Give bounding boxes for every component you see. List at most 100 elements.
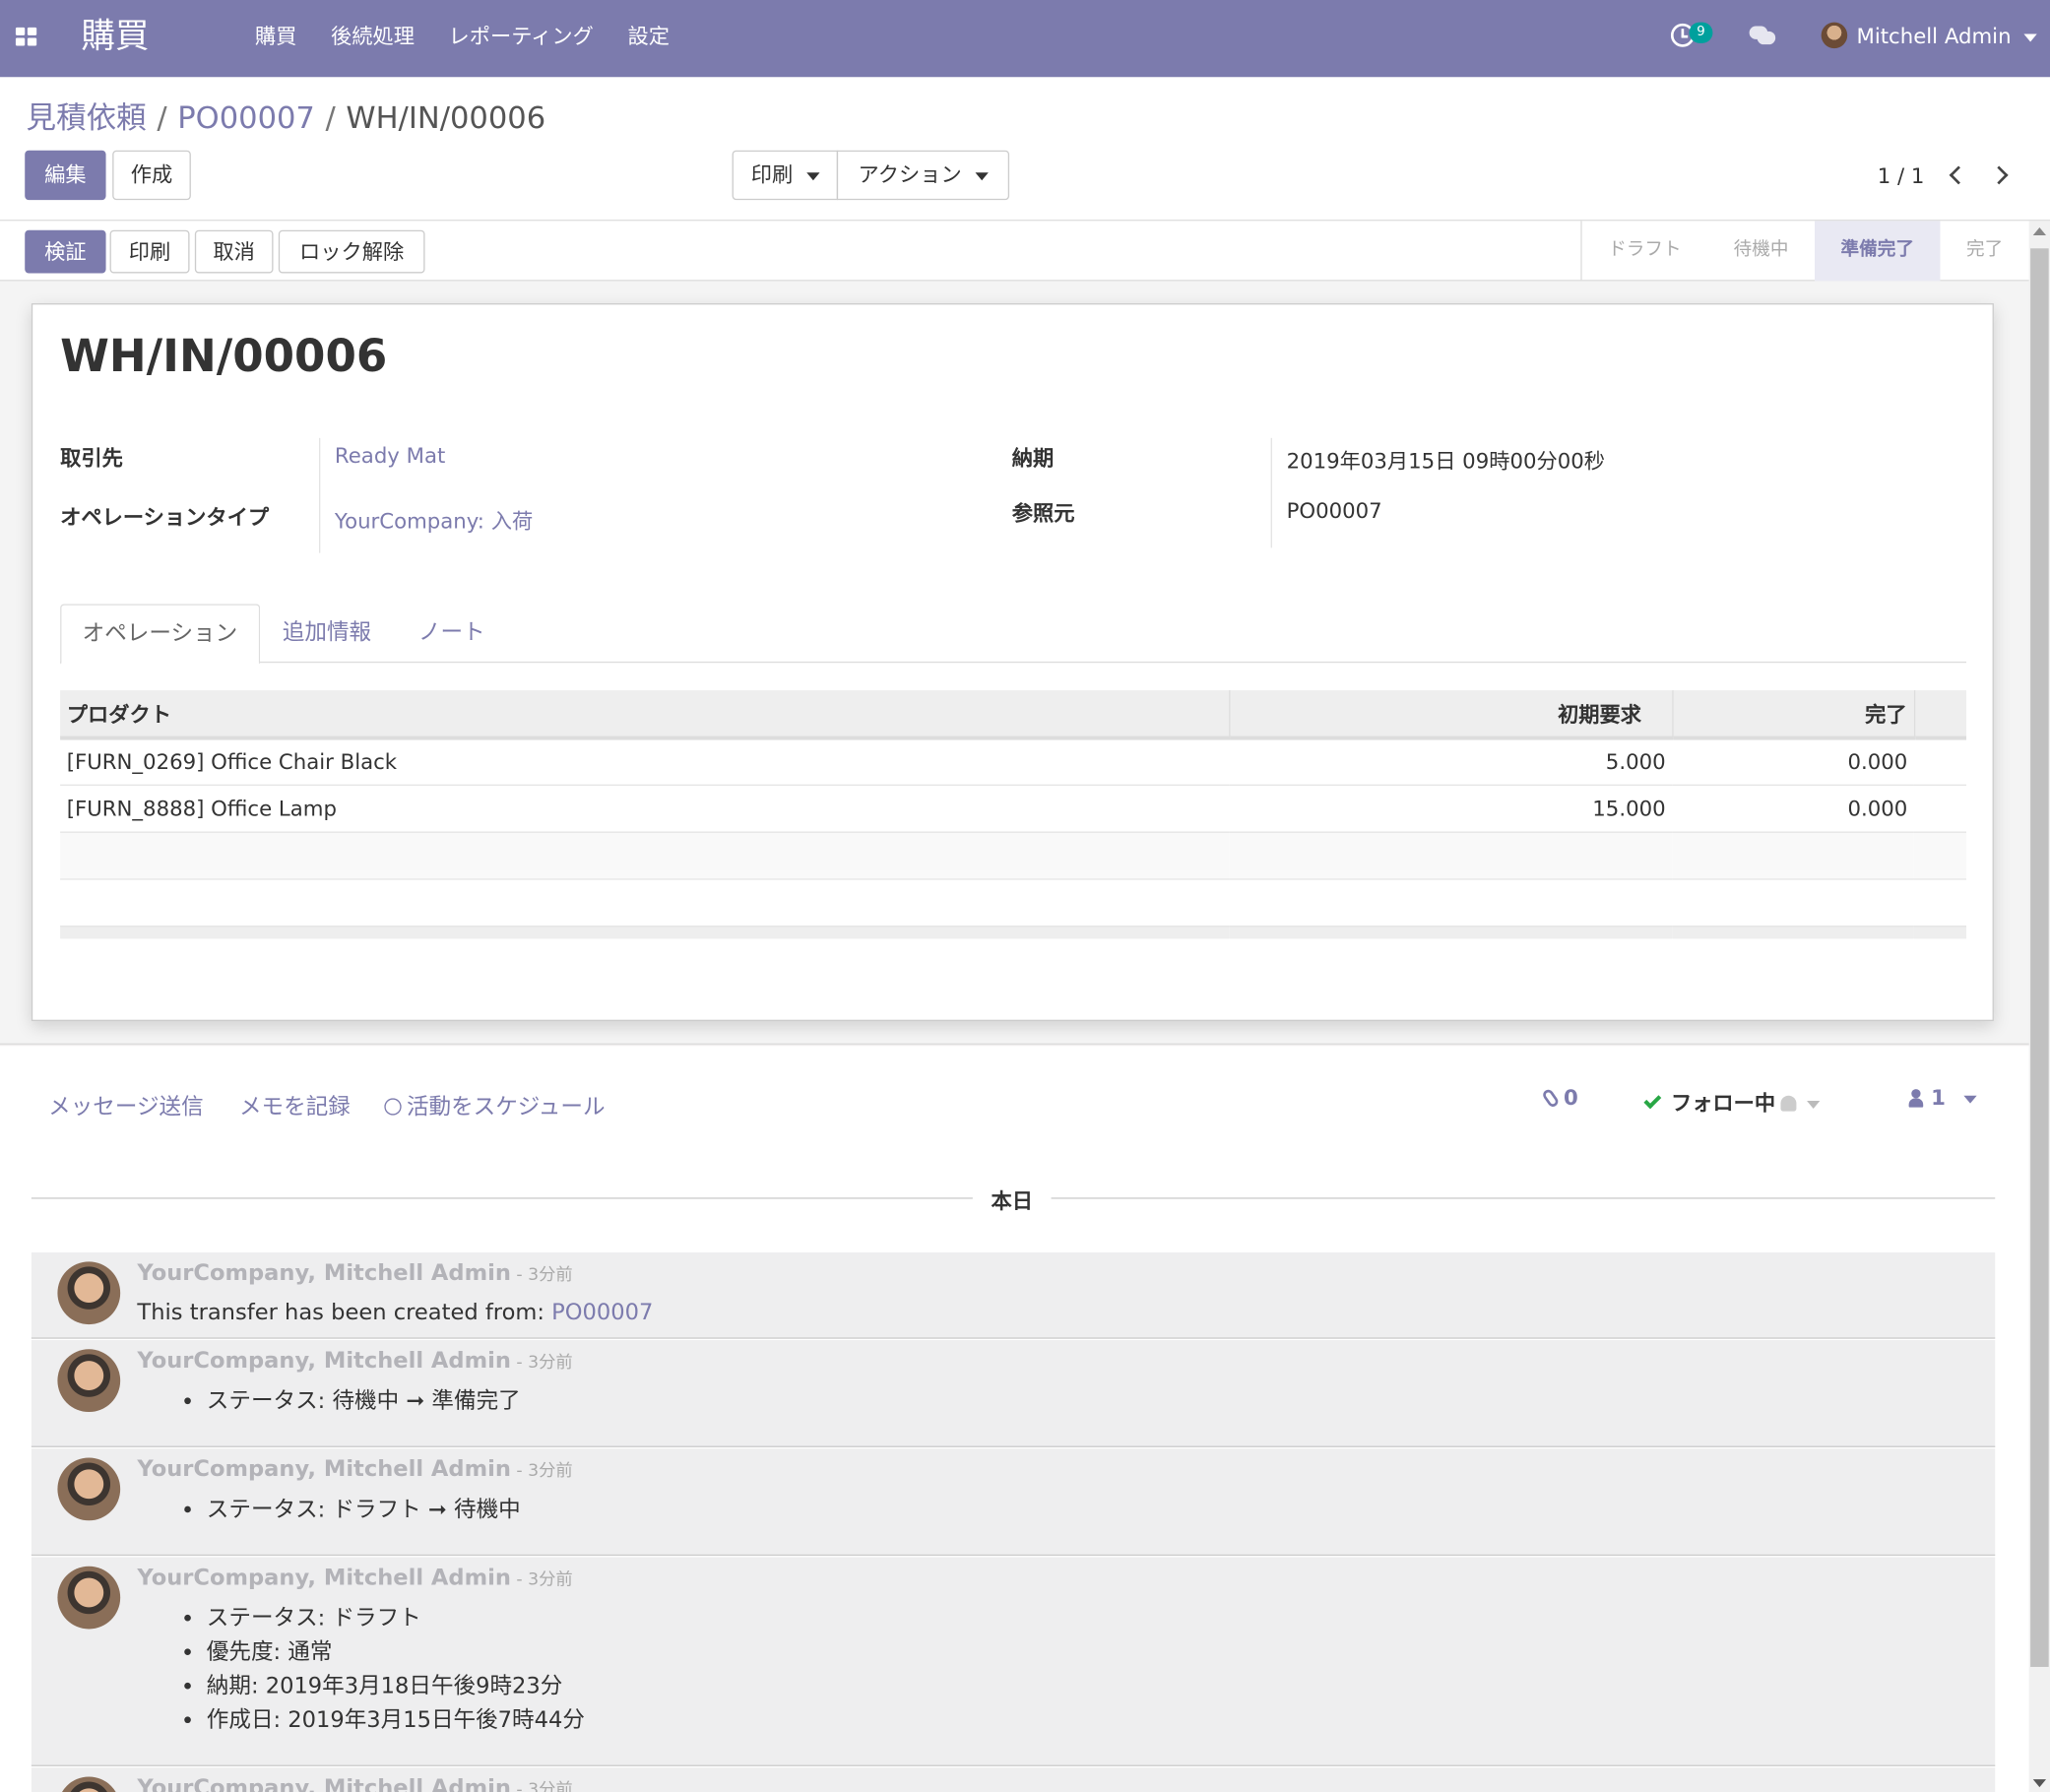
tab-notes[interactable]: ノート xyxy=(398,604,506,663)
edit-button[interactable]: 編集 xyxy=(25,150,106,201)
message-header: YourCompany, Mitchell Admin - 3分前 xyxy=(137,1565,572,1591)
message-author[interactable]: YourCompany, Mitchell Admin xyxy=(137,1260,510,1287)
cell-done: 0.000 xyxy=(1672,784,1914,833)
print-dropdown-label: 印刷 xyxy=(750,161,794,187)
tracking-value: 作成日: 2019年3月15日午後7時44分 xyxy=(207,1703,585,1738)
cell-demand: 5.000 xyxy=(1229,736,1673,786)
tracking-value: ステータス: ドラフト ➞ 待機中 xyxy=(207,1493,521,1527)
table-empty-row xyxy=(60,831,1967,879)
log-note-button[interactable]: メモを記録 xyxy=(239,1088,351,1120)
apps-menu-icon[interactable] xyxy=(15,27,37,46)
message-author[interactable]: YourCompany, Mitchell Admin xyxy=(137,1456,510,1483)
table-row[interactable]: [FURN_8888] Office Lamp 15.000 0.000 xyxy=(60,784,1967,833)
table-row[interactable]: [FURN_0269] Office Chair Black 5.000 0.0… xyxy=(60,736,1967,786)
field-divider xyxy=(318,437,321,553)
author-avatar[interactable] xyxy=(57,1566,121,1630)
tracking-value: ステータス: 待機中 ➞ 準備完了 xyxy=(207,1384,521,1419)
menu-settings[interactable]: 設定 xyxy=(627,23,670,51)
tab-operations[interactable]: オペレーション xyxy=(60,604,260,665)
cell-done: 0.000 xyxy=(1672,736,1914,786)
column-done[interactable]: 完了 xyxy=(1671,690,1914,739)
column-product[interactable]: プロダクト xyxy=(60,690,1230,739)
print-button[interactable]: 印刷 xyxy=(109,229,190,274)
breadcrumb-po[interactable]: PO00007 xyxy=(177,102,315,137)
author-avatar[interactable] xyxy=(57,1349,121,1413)
stage-ready: 準備完了 xyxy=(1815,221,1941,282)
check-icon xyxy=(1643,1091,1662,1110)
attachments-button[interactable]: 0 xyxy=(1541,1085,1578,1111)
author-avatar[interactable] xyxy=(57,1261,121,1325)
validate-button[interactable]: 検証 xyxy=(25,229,106,274)
date-separator-label: 本日 xyxy=(991,1187,1033,1214)
bell-icon[interactable] xyxy=(1780,1095,1797,1112)
message-time: - 3分前 xyxy=(510,1780,573,1792)
app-brand[interactable]: 購買 xyxy=(81,13,149,60)
partner-value[interactable]: Ready Mat xyxy=(335,443,445,468)
unlock-button[interactable]: ロック解除 xyxy=(278,229,425,274)
followers-count: 1 xyxy=(1931,1085,1946,1111)
column-actions xyxy=(1913,690,1967,739)
author-avatar[interactable] xyxy=(57,1457,121,1521)
chevron-right-icon[interactable] xyxy=(1989,165,2009,185)
table-empty-row xyxy=(60,878,1967,927)
attachments-count: 0 xyxy=(1564,1085,1578,1111)
field-divider xyxy=(1270,437,1272,548)
follow-button[interactable]: フォロー中 xyxy=(1643,1085,1821,1117)
messaging-chat-icon[interactable] xyxy=(1749,26,1778,47)
user-avatar[interactable] xyxy=(1821,22,1848,49)
date-separator-line xyxy=(1051,1197,1996,1199)
scroll-down-arrow-icon[interactable] xyxy=(2032,1779,2047,1788)
author-avatar[interactable] xyxy=(57,1776,121,1792)
record-title: WH/IN/00006 xyxy=(60,330,388,384)
message-author[interactable]: YourCompany, Mitchell Admin xyxy=(137,1348,510,1375)
chevron-left-icon[interactable] xyxy=(1949,165,1968,185)
pager-value[interactable]: 1 / 1 xyxy=(1878,163,1925,188)
chatter-message: YourCompany, Mitchell Admin - 3分前 xyxy=(31,1767,1996,1792)
send-message-button[interactable]: メッセージ送信 xyxy=(48,1088,204,1120)
column-demand[interactable]: 初期要求 xyxy=(1228,690,1673,739)
chevron-down-icon xyxy=(805,171,819,180)
partner-label: 取引先 xyxy=(60,445,123,472)
menu-purchase[interactable]: 購買 xyxy=(255,23,297,51)
menu-reporting[interactable]: レポーティング xyxy=(448,23,593,51)
stage-pipeline: ドラフト 待機中 準備完了 完了 xyxy=(1580,221,2028,282)
breadcrumb-current: WH/IN/00006 xyxy=(346,101,546,137)
tracking-values: ステータス: 待機中 ➞ 準備完了 xyxy=(207,1384,521,1419)
cell-product: [FURN_0269] Office Chair Black xyxy=(60,736,1230,786)
scroll-up-arrow-icon[interactable] xyxy=(2032,227,2047,236)
breadcrumb-separator: / xyxy=(157,101,167,137)
form-sheet: WH/IN/00006 取引先 Ready Mat オペレーションタイプ You… xyxy=(31,303,1994,1022)
scheduled-date-label: 納期 xyxy=(1011,445,1055,472)
control-panel: 見積依頼 / PO00007/WH/IN/00006 編集 作成 印刷 アクション … xyxy=(0,77,2050,222)
user-menu[interactable]: Mitchell Admin xyxy=(1856,24,2038,48)
top-navbar: 購買 購買 後続処理 レポーティング 設定 9 Mitchell Admin xyxy=(0,0,2050,78)
breadcrumb-separator: / xyxy=(325,101,336,137)
action-dropdown[interactable]: アクション xyxy=(836,150,1010,201)
scrollbar-thumb[interactable] xyxy=(2030,248,2049,1667)
menu-followup[interactable]: 後続処理 xyxy=(331,23,415,51)
schedule-activity-button[interactable]: 活動をスケジュール xyxy=(384,1088,606,1120)
followers-button[interactable]: 1 xyxy=(1908,1085,1977,1111)
operation-type-value[interactable]: YourCompany: 入荷 xyxy=(335,503,533,535)
form-statusbar: 検証 印刷 取消 ロック解除 ドラフト 待機中 準備完了 完了 xyxy=(0,221,2029,282)
message-body: This transfer has been created from: PO0… xyxy=(137,1300,653,1326)
cancel-button[interactable]: 取消 xyxy=(194,229,274,274)
breadcrumb-rfq[interactable]: 見積依頼 xyxy=(27,102,147,137)
main-menu: 購買 後続処理 レポーティング 設定 xyxy=(255,23,670,51)
cell-product: [FURN_8888] Office Lamp xyxy=(60,784,1230,833)
print-dropdown[interactable]: 印刷 xyxy=(732,150,839,201)
user-icon xyxy=(1908,1089,1924,1108)
following-label: フォロー中 xyxy=(1670,1090,1776,1116)
chevron-down-icon[interactable] xyxy=(1807,1100,1821,1109)
message-link[interactable]: PO00007 xyxy=(551,1300,653,1326)
message-author[interactable]: YourCompany, Mitchell Admin xyxy=(137,1775,510,1792)
message-time: - 3分前 xyxy=(510,1569,573,1590)
create-button[interactable]: 作成 xyxy=(112,150,191,201)
origin-value: PO00007 xyxy=(1286,497,1382,524)
tab-additional-info[interactable]: 追加情報 xyxy=(262,604,393,663)
activity-count-badge: 9 xyxy=(1689,22,1713,43)
message-author[interactable]: YourCompany, Mitchell Admin xyxy=(137,1565,510,1591)
table-footer xyxy=(60,926,1967,939)
cell-empty xyxy=(1913,736,1967,786)
cell-demand: 15.000 xyxy=(1229,784,1673,833)
